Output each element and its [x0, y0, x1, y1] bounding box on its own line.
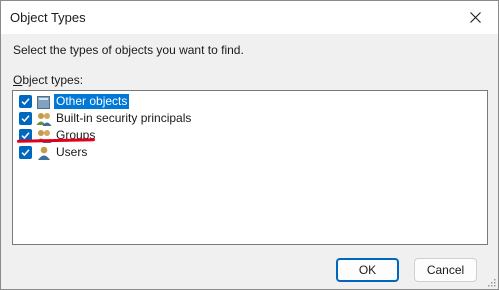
list-item-builtin-security-principals[interactable]: Built-in security principals: [19, 110, 193, 127]
object-types-label: Object types:: [13, 73, 83, 87]
ok-button[interactable]: OK: [336, 258, 399, 282]
checkbox-users[interactable]: [19, 146, 32, 159]
title-bar[interactable]: Object Types: [1, 1, 498, 34]
user-icon: [36, 145, 52, 161]
checkmark-icon: [21, 149, 30, 157]
object-types-list[interactable]: Other objects Built-in security principa…: [12, 90, 488, 245]
users-group-icon: [36, 111, 52, 127]
accelerator-key: O: [13, 73, 23, 87]
item-label: Built-in security principals: [56, 111, 192, 125]
item-label: Users: [56, 145, 88, 159]
dialog-body: Select the types of objects you want to …: [1, 34, 498, 289]
list-item-users[interactable]: Users: [19, 144, 89, 161]
resize-grip-icon[interactable]: [486, 277, 496, 287]
item-label: Other objects: [54, 94, 130, 109]
close-icon: [469, 12, 481, 23]
instruction-text: Select the types of objects you want to …: [13, 43, 244, 57]
close-button[interactable]: [452, 1, 498, 34]
checkbox-other-objects[interactable]: [19, 95, 32, 108]
label-rest: bject types:: [22, 73, 84, 87]
object-types-dialog: Object Types Select the types of objects…: [0, 0, 499, 290]
checkmark-icon: [21, 115, 30, 123]
window-title: Object Types: [10, 10, 86, 25]
cancel-button[interactable]: Cancel: [414, 258, 477, 282]
list-item-other-objects[interactable]: Other objects: [19, 93, 130, 110]
checkmark-icon: [21, 98, 30, 106]
checkbox-builtin-security-principals[interactable]: [19, 112, 32, 125]
folder-icon: [36, 94, 52, 110]
